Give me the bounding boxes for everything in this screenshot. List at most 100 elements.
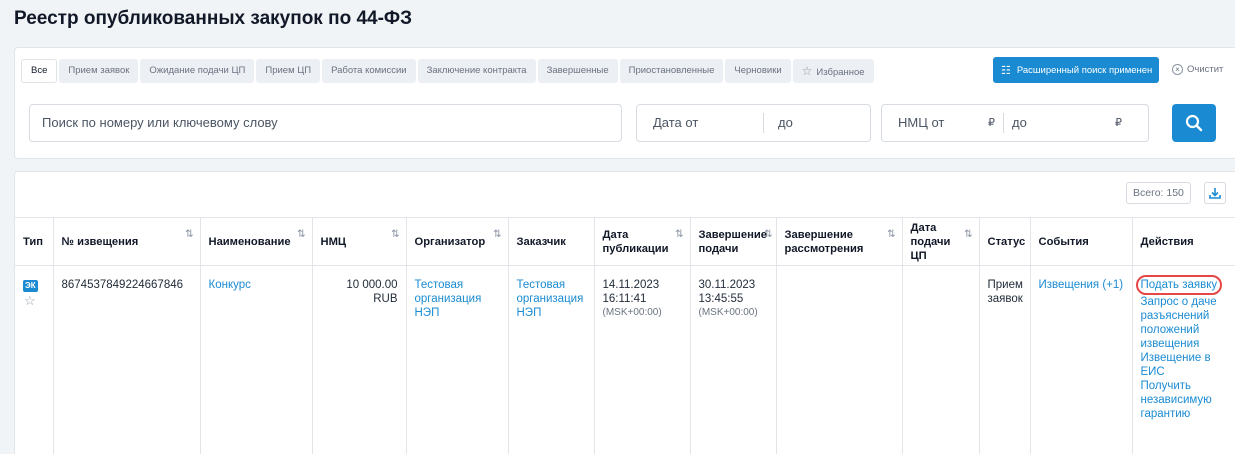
advanced-search-label: Расширенный поиск применен	[1016, 64, 1153, 76]
star-icon[interactable]: ☆	[24, 294, 45, 308]
column-header-cp-date[interactable]: Дата подачи ЦП ⇅	[902, 217, 980, 266]
sort-icon[interactable]: ⇅	[964, 228, 972, 242]
sort-icon[interactable]: ⇅	[887, 228, 895, 242]
tab-contract-conclusion[interactable]: Заключение контракта	[417, 59, 536, 83]
column-label: События	[1038, 235, 1089, 248]
tab-completed[interactable]: Завершенные	[537, 59, 618, 83]
end-date: 30.11.2023	[698, 279, 756, 291]
cell-submission-end: 30.11.2023 13:45:55 (MSK+00:00)	[690, 265, 777, 454]
date-range-field[interactable]: Дата от до	[636, 104, 871, 142]
column-label: Тип	[23, 235, 44, 248]
advanced-search-button[interactable]: ☷ Расширенный поиск применен ⌄	[993, 57, 1168, 83]
filter-panel: Все Прием заявок Ожидание подачи ЦП Прие…	[14, 47, 1235, 159]
divider	[763, 113, 764, 133]
cell-status: Прием заявок	[979, 265, 1031, 454]
tab-all[interactable]: Все	[21, 59, 58, 83]
cell-customer: Тестовая организация НЭП	[508, 265, 595, 454]
close-circle-icon: ×	[1172, 64, 1183, 75]
cell-name: Конкурс	[200, 265, 313, 454]
column-header-customer: Заказчик	[508, 217, 595, 266]
column-label: Наименование	[208, 235, 291, 248]
tab-awaiting-price-offers[interactable]: Ожидание подачи ЦП	[140, 59, 255, 83]
table-row: ЭК ☆ 8674537849224667846 Конкурс 10 000.…	[15, 265, 1235, 454]
sort-icon[interactable]: ⇅	[297, 228, 305, 242]
cell-review-end	[776, 265, 903, 454]
table-header-row: Тип № извещения ⇅ Наименование ⇅ НМЦ ⇅ Орга…	[15, 217, 1235, 266]
column-header-nmc[interactable]: НМЦ ⇅	[312, 217, 407, 266]
cell-number: 8674537849224667846	[53, 265, 201, 454]
sort-icon[interactable]: ⇅	[675, 228, 683, 242]
clear-label: Очистит	[1187, 64, 1224, 75]
column-header-pub-date[interactable]: Дата публикации ⇅	[594, 217, 691, 266]
download-button[interactable]	[1204, 182, 1226, 204]
customer-link[interactable]: Тестовая организация НЭП	[517, 279, 584, 319]
cell-type: ЭК ☆	[15, 265, 54, 454]
column-header-number[interactable]: № извещения ⇅	[53, 217, 201, 266]
sort-icon[interactable]: ⇅	[391, 228, 399, 242]
pub-timezone: (MSK+00:00)	[602, 307, 662, 318]
ruble-icon: ₽	[988, 117, 995, 129]
star-icon: ☆	[801, 64, 813, 78]
ruble-icon: ₽	[1115, 117, 1122, 129]
tab-price-offers[interactable]: Прием ЦП	[256, 59, 321, 83]
column-header-events: События	[1030, 217, 1133, 266]
organizer-link[interactable]: Тестовая организация НЭП	[415, 279, 482, 319]
sort-icon[interactable]: ⇅	[493, 228, 501, 242]
column-label: Организатор	[414, 235, 486, 248]
guarantee-link[interactable]: Получить независимую гарантию	[1141, 379, 1235, 421]
eis-notice-link[interactable]: Извещение в ЕИС	[1141, 351, 1235, 379]
clear-filters-button[interactable]: × Очистит	[1172, 57, 1223, 83]
cell-nmc: 10 000.00 RUB	[312, 265, 407, 454]
tab-drafts[interactable]: Черновики	[725, 59, 791, 83]
column-header-review-end[interactable]: Завершение рассмотрения ⇅	[776, 217, 903, 266]
tab-suspended[interactable]: Приостановленные	[619, 59, 724, 83]
tab-commission-work[interactable]: Работа комиссии	[322, 59, 416, 83]
column-label: Статус	[987, 235, 1026, 248]
column-label: № извещения	[61, 235, 139, 248]
cell-pub-date: 14.11.2023 16:11:41 (MSK+00:00)	[594, 265, 691, 454]
column-header-status: Статус	[979, 217, 1031, 266]
nmc-range-field[interactable]: НМЦ от ₽ до ₽	[881, 104, 1149, 142]
procurement-name-link[interactable]: Конкурс	[209, 279, 251, 291]
results-panel: Всего: 150 Тип № извещения ⇅ Наименование…	[14, 171, 1235, 454]
cell-events: Извещения (+1)	[1030, 265, 1133, 454]
date-to-placeholder: до	[778, 115, 793, 130]
sort-icon[interactable]: ⇅	[764, 228, 772, 242]
tab-favorites-label: Избранное	[816, 67, 865, 78]
cell-organizer: Тестовая организация НЭП	[406, 265, 509, 454]
chevron-down-icon: ⌄	[1160, 64, 1168, 75]
clarification-request-link[interactable]: Запрос о даче разъяснений положений изве…	[1141, 295, 1235, 351]
column-header-organizer[interactable]: Организатор ⇅	[406, 217, 509, 266]
total-count: Всего: 150	[1126, 182, 1191, 204]
pub-date: 14.11.2023	[602, 279, 660, 291]
date-from-placeholder: Дата от	[653, 115, 699, 130]
column-label: Действия	[1140, 235, 1194, 248]
results-table: Тип № извещения ⇅ Наименование ⇅ НМЦ ⇅ Орга…	[15, 217, 1235, 454]
tab-favorites[interactable]: ☆ Избранное	[792, 59, 874, 83]
nmc-to-placeholder: до	[1012, 115, 1027, 130]
search-input[interactable]: Поиск по номеру или ключевому слову	[29, 104, 622, 142]
pub-time: 16:11:41	[602, 293, 647, 305]
sort-icon[interactable]: ⇅	[185, 228, 193, 242]
end-time: 13:45:55	[698, 293, 744, 305]
events-link[interactable]: Извещения (+1)	[1039, 279, 1124, 291]
column-header-type: Тип	[15, 217, 54, 266]
cell-actions: Подать заявку Запрос о даче разъяснений …	[1132, 266, 1235, 454]
submit-application-link[interactable]: Подать заявку	[1141, 279, 1218, 291]
search-icon	[1185, 114, 1203, 132]
tab-accepting-applications[interactable]: Прием заявок	[59, 59, 139, 83]
search-button[interactable]	[1172, 104, 1216, 142]
column-label: Завершение рассмотрения	[784, 228, 864, 255]
divider	[1003, 113, 1004, 133]
column-header-submission-end[interactable]: Завершение подачи ⇅	[690, 217, 777, 266]
type-badge: ЭК	[23, 280, 38, 292]
page-title: Реестр опубликованных закупок по 44-ФЗ	[14, 8, 413, 29]
nmc-from-placeholder: НМЦ от	[898, 115, 945, 130]
column-label: Завершение подачи	[698, 228, 767, 255]
end-timezone: (MSK+00:00)	[698, 307, 758, 318]
column-header-actions: Действия	[1132, 217, 1235, 266]
column-label: Дата подачи ЦП	[910, 221, 951, 262]
column-header-name[interactable]: Наименование ⇅	[200, 217, 313, 266]
column-label: НМЦ	[320, 235, 347, 248]
filter-settings-icon: ☷	[1001, 64, 1011, 77]
